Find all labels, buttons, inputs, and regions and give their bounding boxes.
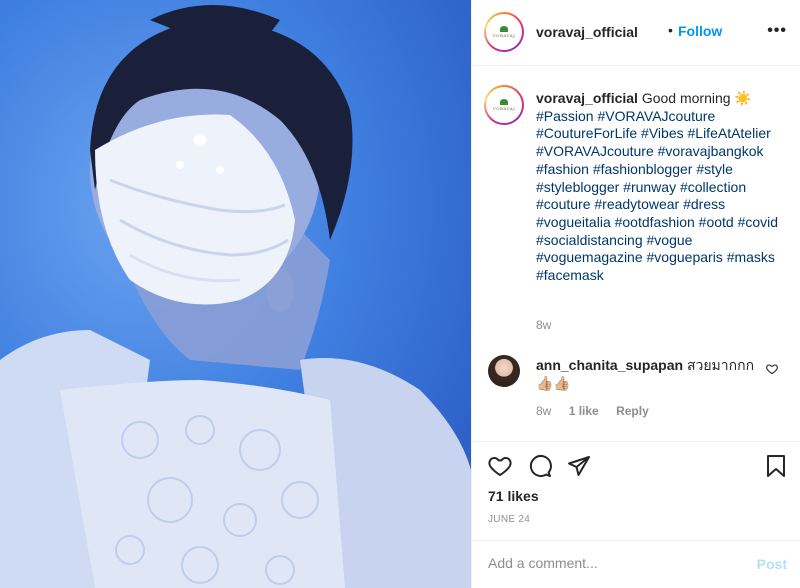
- comment-composer: Post: [472, 540, 800, 588]
- comment-likes[interactable]: 1 like: [569, 404, 599, 418]
- post-caption: voravaj_official Good morning ☀️ #Passio…: [536, 90, 786, 285]
- add-comment-input[interactable]: [488, 555, 728, 571]
- post-photo[interactable]: [0, 0, 471, 588]
- author-avatar-inner: VORAVAJ: [486, 14, 522, 50]
- brand-logo-text: VORAVAJ: [492, 106, 516, 111]
- like-heart-icon[interactable]: [488, 454, 512, 478]
- post-date: JUNE 24: [488, 514, 531, 525]
- caption-author-avatar-inner: VORAVAJ: [486, 87, 522, 123]
- post-side-panel: VORAVAJ voravaj_official • Follow ••• VO…: [471, 0, 800, 588]
- follow-button[interactable]: Follow: [678, 23, 722, 39]
- caption-author-avatar[interactable]: VORAVAJ: [484, 85, 524, 125]
- brand-logo-icon: [500, 26, 508, 32]
- post-photo-illustration: [0, 5, 471, 588]
- commenter-username[interactable]: ann_chanita_supapan: [536, 357, 683, 373]
- post-comment-button[interactable]: Post: [757, 556, 787, 572]
- header-separator: •: [668, 22, 673, 38]
- save-bookmark-icon[interactable]: [765, 454, 787, 478]
- comment-like-heart-icon[interactable]: [766, 363, 778, 375]
- caption-author-username[interactable]: voravaj_official: [536, 90, 638, 106]
- instagram-post-view: VORAVAJ voravaj_official • Follow ••• VO…: [0, 0, 800, 588]
- commenter-avatar[interactable]: [488, 355, 520, 387]
- more-options-icon[interactable]: •••: [767, 22, 787, 40]
- author-username[interactable]: voravaj_official: [536, 24, 638, 40]
- comment-bubble-icon[interactable]: [528, 454, 552, 478]
- comment: ann_chanita_supapan สวยมากกก👍🏼👍🏼: [536, 356, 756, 392]
- brand-logo-text: VORAVAJ: [492, 33, 516, 38]
- caption-age: 8w: [536, 318, 552, 332]
- comment-age: 8w: [536, 404, 552, 418]
- brand-logo-icon: [500, 99, 508, 105]
- comment-reply-button[interactable]: Reply: [616, 404, 649, 418]
- author-avatar[interactable]: VORAVAJ: [484, 12, 524, 52]
- post-header: VORAVAJ voravaj_official • Follow •••: [472, 0, 800, 66]
- likes-count[interactable]: 71 likes: [488, 488, 539, 504]
- share-paper-plane-icon[interactable]: [567, 454, 591, 478]
- caption-text: Good morning ☀️: [641, 90, 752, 106]
- comment-meta: 8w 1 like Reply: [536, 404, 663, 418]
- caption-hashtags[interactable]: #Passion #VORAVAJcouture #CoutureForLife…: [536, 108, 778, 283]
- action-bar: 71 likes JUNE 24: [472, 441, 800, 531]
